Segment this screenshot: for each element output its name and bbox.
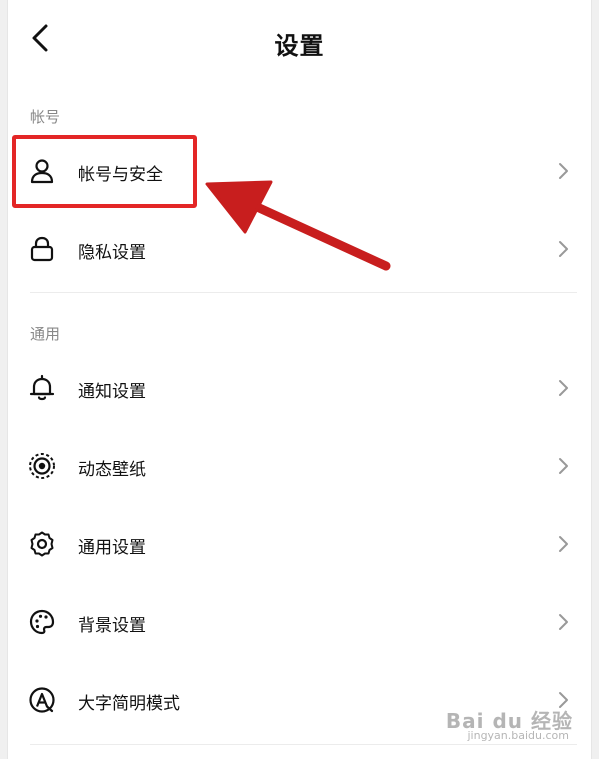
- settings-item-label: 背景设置: [78, 616, 146, 636]
- settings-item-live-wallpaper[interactable]: 动态壁纸: [8, 435, 591, 497]
- settings-item-notifications[interactable]: 通知设置: [8, 357, 591, 419]
- chevron-right-icon: [559, 614, 568, 630]
- section-divider: [30, 292, 577, 293]
- settings-item-label: 动态壁纸: [78, 460, 146, 480]
- settings-item-label: 隐私设置: [78, 243, 146, 263]
- live-wallpaper-icon: [29, 453, 55, 479]
- header: 设置: [8, 0, 591, 80]
- lock-icon: [30, 236, 54, 262]
- large-font-icon: [29, 687, 55, 713]
- watermark: Bai du 经验 jingyan.baidu.com: [443, 705, 573, 745]
- settings-item-account-security[interactable]: 帐号与安全: [8, 140, 591, 202]
- settings-item-label: 通用设置: [78, 538, 146, 558]
- page-title: 设置: [274, 32, 325, 60]
- watermark-url: jingyan.baidu.com: [467, 729, 569, 742]
- section-title-account: 帐号: [30, 108, 61, 126]
- user-icon: [30, 159, 54, 184]
- settings-item-background[interactable]: 背景设置: [8, 591, 591, 653]
- settings-item-label: 帐号与安全: [78, 165, 163, 185]
- settings-item-general[interactable]: 通用设置: [8, 513, 591, 575]
- bell-icon: [29, 374, 55, 401]
- palette-icon: [29, 609, 55, 635]
- settings-item-label: 通知设置: [78, 382, 146, 402]
- chevron-right-icon: [559, 536, 568, 552]
- settings-item-privacy[interactable]: 隐私设置: [8, 218, 591, 280]
- section-title-general: 通用: [30, 325, 61, 343]
- chevron-right-icon: [559, 241, 568, 257]
- gear-icon: [30, 531, 54, 557]
- chevron-right-icon: [559, 380, 568, 396]
- chevron-right-icon: [559, 458, 568, 474]
- settings-screen: 设置 帐号 帐号与安全 隐私设置 通用 通知设置 动态壁纸 通用设置 背景设置 …: [8, 0, 591, 759]
- settings-item-label: 大字简明模式: [78, 694, 180, 714]
- chevron-right-icon: [559, 163, 568, 179]
